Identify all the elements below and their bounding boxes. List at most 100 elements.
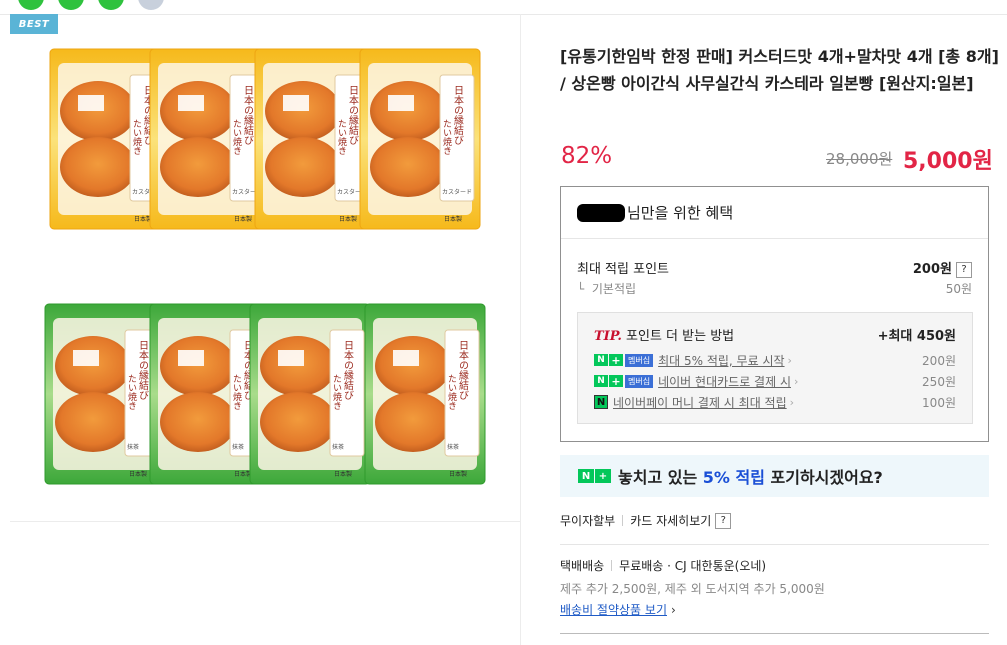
tip-max: +최대 450원 (877, 329, 956, 344)
max-points-label: 최대 적립 포인트 (577, 262, 669, 277)
naver-n-icon: N (594, 354, 608, 366)
package-group: 日本の縁結びたい焼きカスタード日本製日本の縁結びたい焼きカスタード日本製日本の縁… (44, 48, 486, 485)
package-label: 日本製 (129, 470, 147, 478)
tip-item-value: 200원 (922, 353, 956, 368)
benefit-box: 님만을 위한 혜택 최대 적립 포인트 200원? └ 기본적립 50원 TIP… (560, 186, 989, 442)
help-icon[interactable]: ? (956, 261, 972, 278)
package-label: 抹茶 (127, 443, 139, 451)
tip-item-naverpay[interactable]: N 네이버페이 머니 결제 시 최대 적립 › 100원 (594, 393, 956, 411)
taiyaki-image (160, 137, 236, 197)
package-label: 日本製 (234, 215, 252, 223)
package-label: たい焼き (336, 119, 347, 155)
matcha-package: 日本の縁結びたい焼き抹茶日本製 (364, 303, 486, 485)
shipping-extra: 제주 추가 2,500원, 제주 외 도서지역 추가 5,000원 (560, 582, 825, 596)
package-label: たい焼き (231, 119, 242, 155)
package-label: たい焼き (446, 374, 457, 410)
share-icon[interactable] (58, 0, 84, 10)
naver-n-icon: N (578, 469, 594, 483)
base-points-label: └ 기본적립 (577, 282, 637, 296)
tip-item-label[interactable]: 최대 5% 적립, 무료 시작 (658, 352, 784, 369)
custard-package: 日本の縁結びたい焼きカスタード日本製 (254, 48, 376, 230)
base-points-row: └ 기본적립 50원 (577, 280, 972, 297)
product-image-panel: 日本の縁結び たい焼き カスタード 日本製 日本の縁結び たい焼き カスタード 日本製 日本の縁… (10, 14, 521, 645)
package-label: 日本製 (234, 470, 252, 478)
benefit-header-text: 님만을 위한 혜택 (627, 204, 734, 222)
product-image[interactable]: 日本の縁結びたい焼きカスタード日本製日本の縁結びたい焼きカスタード日本製日本の縁… (10, 14, 520, 521)
naverpay-icon: N (594, 395, 608, 409)
membership-badge: 멤버십 (625, 353, 654, 367)
interest-free-label[interactable]: 무이자할부 (560, 512, 615, 529)
package-label: 日本の縁結び (342, 340, 354, 400)
best-badge: BEST (10, 14, 58, 34)
tip-box: TIP. 포인트 더 받는 방법 +최대 450원 N + 멤버십 최대 5% 적… (577, 312, 973, 424)
package-label: 日本の縁結び (457, 340, 469, 400)
divider (622, 515, 624, 526)
package-label: 抹茶 (447, 443, 459, 451)
package-label: たい焼き (231, 374, 242, 410)
card-detail-link[interactable]: 카드 자세히보기 (630, 512, 711, 529)
divider (560, 633, 989, 634)
tip-item-label[interactable]: 네이버페이 머니 결제 시 최대 적립 (613, 394, 787, 411)
plus-icon: + (609, 354, 623, 367)
tip-item-label[interactable]: 네이버 현대카드로 결제 시 (658, 373, 791, 390)
taiyaki-image (60, 137, 136, 197)
naver-n-icon: N (594, 375, 608, 387)
package-label: たい焼き (441, 119, 452, 155)
package-label: 抹茶 (332, 443, 344, 451)
plus-icon: + (595, 469, 611, 483)
tip-item-card[interactable]: N + 멤버십 네이버 현대카드로 결제 시 › 250원 (594, 372, 956, 390)
custard-package: 日本の縁結びたい焼きカスタード日本製 (149, 48, 271, 230)
package-label: 日本製 (339, 215, 357, 223)
chevron-right-icon: › (671, 603, 676, 617)
base-points-value: 50원 (945, 282, 972, 296)
package-label: 日本製 (444, 215, 462, 223)
package-label: たい焼き (131, 119, 142, 155)
redacted-username (577, 203, 625, 222)
membership-banner[interactable]: N + 놓치고 있는 5% 적립 포기하시겠어요? (560, 455, 989, 497)
help-icon[interactable]: ? (715, 512, 732, 529)
membership-badge: 멤버십 (625, 374, 654, 388)
package-label: 日本製 (334, 470, 352, 478)
payment-row: 무이자할부 카드 자세히보기 ? (560, 512, 732, 529)
share-icon[interactable] (98, 0, 124, 10)
package-label: 日本の縁結び (137, 340, 149, 400)
original-price: 28,000원 (826, 150, 893, 168)
package-label: たい焼き (331, 374, 342, 410)
benefit-header: 님만을 위한 혜택 (561, 187, 988, 239)
top-strip (0, 0, 1007, 15)
shipping-type: 택배배송 (560, 559, 605, 573)
custard-package: 日本の縁結びたい焼きカスタード日本製 (359, 48, 481, 230)
discount-rate: 82% (561, 143, 613, 169)
share-icon[interactable] (18, 0, 44, 10)
shipping-row: 택배배송 무료배송 · CJ 대한통운(오네) (560, 557, 766, 574)
chevron-right-icon: › (789, 395, 795, 409)
divider (611, 560, 613, 571)
package-label: 日本の縁結び (347, 85, 359, 145)
package-label: 日本製 (449, 470, 467, 478)
share-icon[interactable] (138, 0, 164, 10)
taiyaki-image (265, 137, 341, 197)
taiyaki-image (370, 137, 446, 197)
tip-item-value: 250원 (922, 374, 956, 389)
max-points-row: 최대 적립 포인트 200원? (577, 258, 972, 278)
divider (10, 521, 520, 522)
matcha-package: 日本の縁結びたい焼き抹茶日本製 (249, 303, 371, 485)
package-label: たい焼き (126, 374, 137, 410)
banner-text: 놓치고 있는 5% 적립 포기하시겠어요? (618, 468, 883, 487)
taiyaki-image (375, 392, 451, 452)
package-label: カスタード (442, 188, 472, 196)
package-label: 日本の縁結び (242, 85, 254, 145)
taiyaki-image (160, 392, 236, 452)
sale-price: 5,000원 (903, 149, 993, 174)
tip-item-membership[interactable]: N + 멤버십 최대 5% 적립, 무료 시작 › 200원 (594, 351, 956, 369)
shipping-info: 무료배송 · CJ 대한통운(오네) (619, 559, 767, 573)
plus-icon: + (609, 375, 623, 388)
tip-title: TIP. 포인트 더 받는 방법 (594, 329, 735, 344)
divider (560, 544, 989, 545)
chevron-right-icon: › (787, 353, 792, 367)
tip-item-value: 100원 (922, 395, 956, 410)
shipping-saving-link[interactable]: 배송비 절약상품 보기 › (560, 601, 676, 618)
taiyaki-image (55, 392, 131, 452)
max-points-value: 200원 (912, 262, 952, 277)
product-title: [유통기한임박 한정 판매] 커스터드맛 4개+말차맛 4개 [총 8개] / … (560, 47, 999, 93)
